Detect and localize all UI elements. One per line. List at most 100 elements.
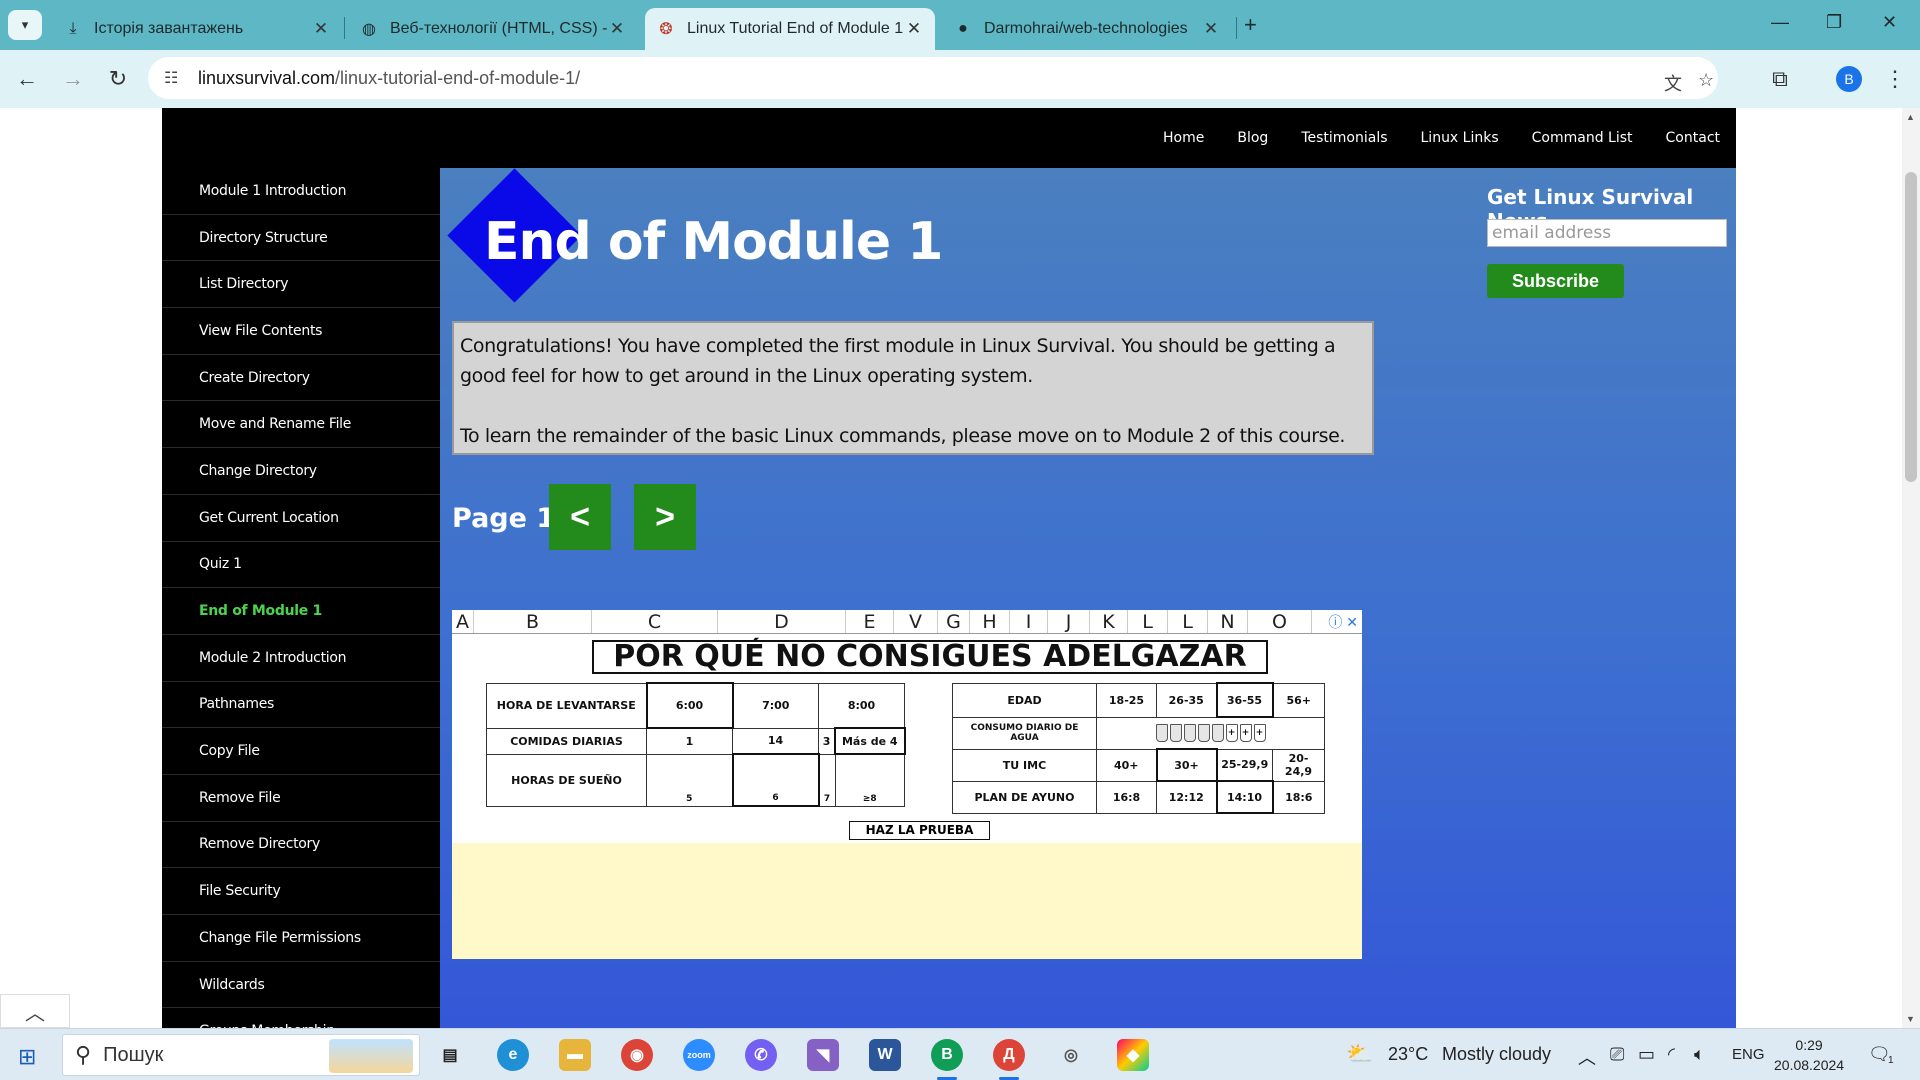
tab-search-button[interactable]: ▾	[8, 10, 42, 40]
restore-button[interactable]: ❐	[1826, 12, 1842, 33]
ad-column-label: C	[592, 610, 718, 633]
zoom-icon[interactable]: zoom	[683, 1039, 715, 1071]
sidebar-item[interactable]: Change File Permissions	[162, 915, 440, 962]
sidebar-item[interactable]: Directory Structure	[162, 215, 440, 262]
nav-home[interactable]: Home	[1163, 130, 1204, 146]
sidebar-item[interactable]: File Security	[162, 868, 440, 915]
url-path: /linux-tutorial-end-of-module-1/	[335, 67, 581, 88]
chrome-icon[interactable]: ◉	[621, 1039, 653, 1071]
minimize-button[interactable]: —	[1771, 12, 1789, 33]
show-hidden-icons-icon[interactable]: ︿	[1578, 1044, 1596, 1070]
ad-cta-button[interactable]: HAZ LA PRUEBA	[849, 821, 990, 840]
word-icon[interactable]: W	[869, 1039, 901, 1071]
sidebar-item[interactable]: Groups Membership	[162, 1008, 440, 1028]
next-page-button[interactable]: >	[634, 484, 696, 550]
battery-icon[interactable]: ▭	[1638, 1044, 1655, 1065]
tab-github[interactable]: ● Darmohrai/web-technologies ✕	[942, 8, 1232, 50]
more-menu-icon[interactable]: ⋮	[1880, 64, 1910, 94]
subscribe-button[interactable]: Subscribe	[1487, 264, 1624, 298]
address-bar[interactable]: ☷ linuxsurvival.com/linux-tutorial-end-o…	[148, 57, 1718, 99]
ad-cell: 25-29,9	[1216, 748, 1273, 782]
sidebar-item[interactable]: Quiz 1	[162, 542, 440, 589]
windows-start-icon[interactable]: ⊞	[18, 1044, 36, 1070]
new-tab-button[interactable]: +	[1244, 12, 1257, 38]
ad-headline: POR QUÉ NO CONSIGUES ADELGAZAR	[592, 640, 1268, 674]
nav-testimonials[interactable]: Testimonials	[1301, 130, 1387, 146]
ad-cell: 20-24,9	[1272, 748, 1325, 782]
visual-studio-icon[interactable]: ◥	[807, 1039, 839, 1071]
forward-button[interactable]: →	[58, 64, 88, 94]
ad-water-glasses: + + +	[1096, 716, 1325, 750]
clock-date: 20.08.2024	[1774, 1057, 1845, 1073]
sidebar-item[interactable]: Module 2 Introduction	[162, 635, 440, 682]
nav-linux-links[interactable]: Linux Links	[1421, 130, 1499, 146]
task-view-icon[interactable]: ▤	[434, 1039, 466, 1071]
tab-linux-tutorial[interactable]: ❂ Linux Tutorial End of Module 1 ✕	[645, 8, 935, 50]
ad-cell: 18-25	[1096, 682, 1157, 718]
wifi-icon[interactable]: ◜	[1668, 1044, 1675, 1065]
window-close-button[interactable]: ✕	[1882, 12, 1897, 33]
ad-choices-icon[interactable]: ⓘ ✕	[1328, 612, 1358, 632]
close-icon[interactable]: ✕	[608, 19, 626, 39]
tab-strip: ▾ ⤓ Історія завантажень ✕ ◍ Веб-технолог…	[0, 0, 1920, 50]
page-scrollbar[interactable]: ▲ ▼	[1902, 108, 1920, 1028]
sidebar-item[interactable]: Remove File	[162, 775, 440, 822]
bookmark-star-icon[interactable]: ☆	[1698, 70, 1714, 91]
scroll-up-icon[interactable]: ▲	[1906, 112, 1915, 122]
extensions-icon[interactable]: ⧉	[1765, 64, 1795, 94]
email-field[interactable]	[1487, 219, 1727, 247]
sidebar-item[interactable]: View File Contents	[162, 308, 440, 355]
tab-web-tech[interactable]: ◍ Веб-технології (HTML, CSS) - Л ✕	[348, 8, 638, 50]
weather-icon[interactable]: ⛅	[1346, 1041, 1373, 1067]
language-indicator[interactable]: ENG	[1732, 1046, 1765, 1063]
nav-blog[interactable]: Blog	[1237, 130, 1268, 146]
close-icon[interactable]: ✕	[1202, 19, 1220, 39]
sidebar-item[interactable]: Copy File	[162, 728, 440, 775]
site-info-icon[interactable]: ☷	[164, 68, 186, 88]
scroll-down-icon[interactable]: ▼	[1906, 1014, 1915, 1024]
scroll-thumb[interactable]	[1905, 172, 1917, 482]
tab-downloads[interactable]: ⤓ Історія завантажень ✕	[52, 8, 342, 50]
sidebar-item[interactable]: Pathnames	[162, 682, 440, 729]
profile-avatar[interactable]: B	[1836, 66, 1862, 92]
sidebar-item[interactable]: Create Directory	[162, 355, 440, 402]
close-icon[interactable]: ✕	[905, 19, 923, 39]
file-explorer-icon[interactable]: ▬	[559, 1039, 591, 1071]
water-glass-icon	[1169, 724, 1182, 742]
close-icon[interactable]: ✕	[312, 19, 330, 39]
viber-icon[interactable]: ✆	[745, 1039, 777, 1071]
sidebar-item[interactable]: Module 1 Introduction	[162, 168, 440, 215]
chrome-profile-d-icon[interactable]: Д	[993, 1039, 1025, 1071]
tab-divider	[344, 17, 345, 39]
web-page: Home Blog Testimonials Linux Links Comma…	[0, 108, 1902, 1028]
clock[interactable]: 0:29 20.08.2024	[1774, 1035, 1844, 1075]
nav-contact[interactable]: Contact	[1666, 130, 1720, 146]
volume-icon[interactable]: 🔈︎	[1694, 1044, 1705, 1065]
app-diamond-icon[interactable]: ◆	[1117, 1039, 1149, 1071]
sidebar-item[interactable]: Change Directory	[162, 448, 440, 495]
sidebar-item[interactable]: List Directory	[162, 261, 440, 309]
back-button[interactable]: ←	[12, 64, 42, 94]
taskbar-search[interactable]: ⚲ Пошук	[62, 1034, 420, 1076]
globe-icon: ◍	[362, 21, 376, 38]
reload-button[interactable]: ↻	[103, 64, 133, 94]
device-icon[interactable]: ⎚	[1610, 1044, 1624, 1065]
previous-page-button[interactable]: <	[549, 484, 611, 550]
site-top-nav: Home Blog Testimonials Linux Links Comma…	[162, 108, 1736, 168]
nav-command-list[interactable]: Command List	[1532, 130, 1633, 146]
app-ring-icon[interactable]: ◎	[1055, 1039, 1087, 1071]
advertisement[interactable]: A B C D E V G H I J K L L N O ⓘ ✕ POR QU…	[452, 610, 1362, 959]
sidebar-item[interactable]: Move and Rename File	[162, 401, 440, 449]
sidebar-item-active[interactable]: End of Module 1	[162, 588, 440, 635]
edge-icon[interactable]: e	[497, 1039, 529, 1071]
sidebar-item[interactable]: Wildcards	[162, 962, 440, 1009]
weather-temperature[interactable]: 23°C	[1388, 1044, 1428, 1065]
weather-description[interactable]: Mostly cloudy	[1442, 1044, 1551, 1065]
back-to-top-button[interactable]: ︿	[0, 994, 70, 1028]
chrome-profile-b-icon[interactable]: B	[931, 1039, 963, 1071]
sidebar-item[interactable]: Get Current Location	[162, 495, 440, 542]
sidebar-item[interactable]: Remove Directory	[162, 822, 440, 869]
ad-cell: 36-55	[1215, 682, 1274, 718]
translate-icon[interactable]: 文	[1664, 70, 1682, 96]
ad-column-label: K	[1090, 610, 1128, 633]
